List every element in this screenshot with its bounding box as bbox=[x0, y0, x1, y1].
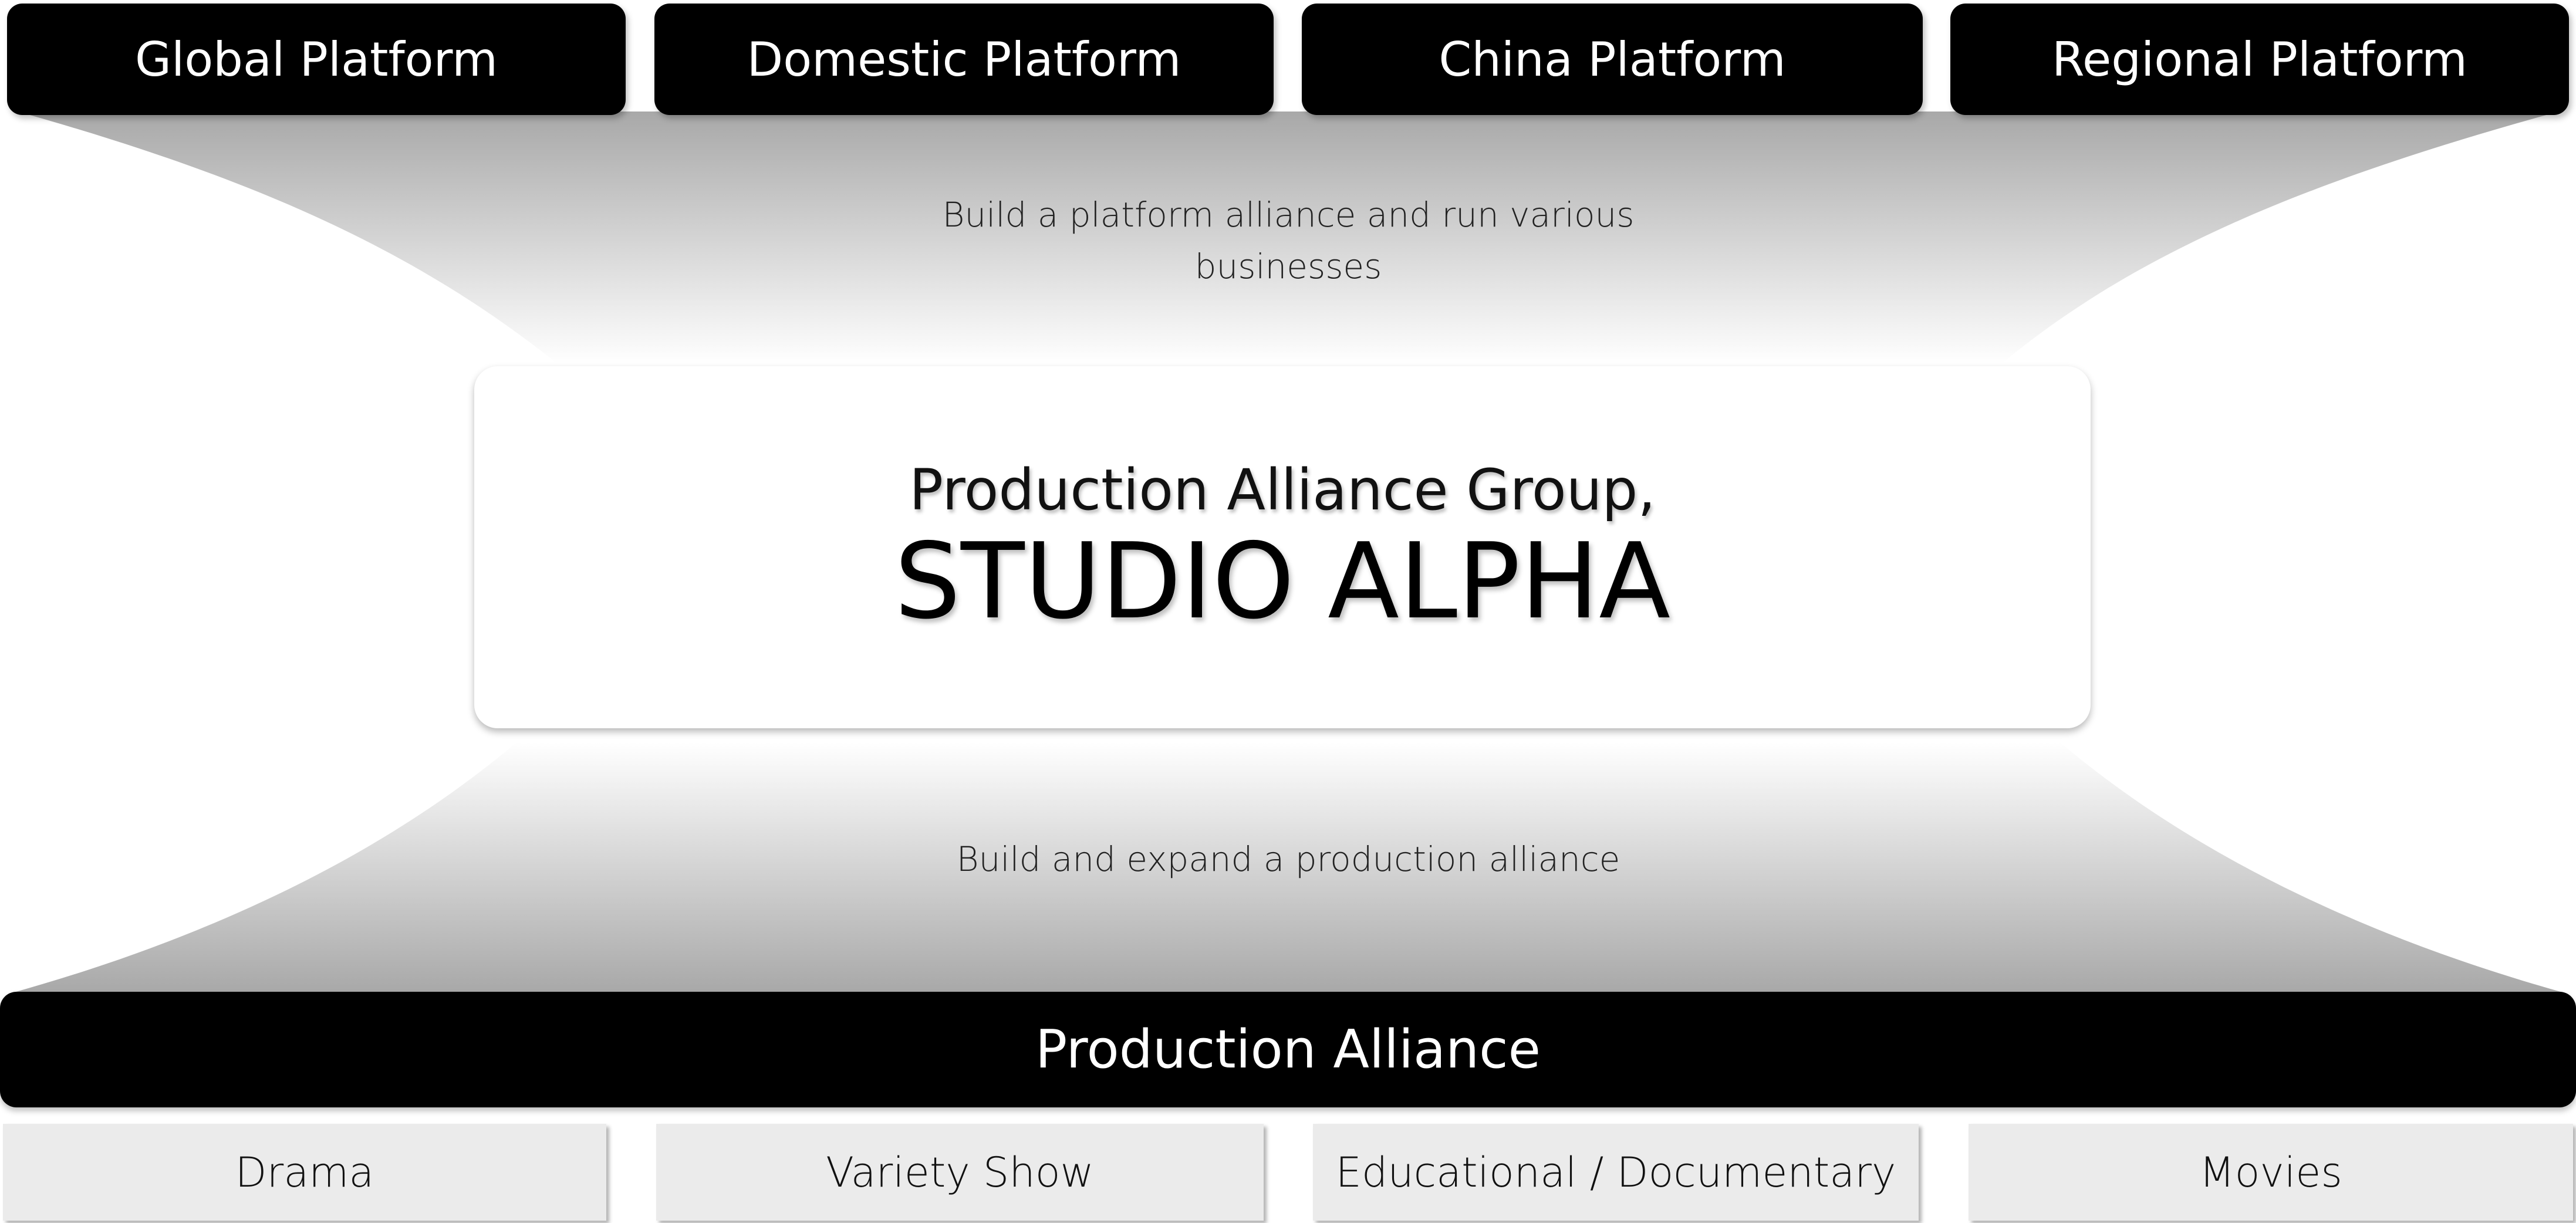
center-subtitle: Production Alliance Group, bbox=[909, 457, 1656, 523]
platform-regional: Regional Platform bbox=[1950, 4, 2569, 115]
top-caption-line2: businesses bbox=[1194, 246, 1382, 286]
center-title: STUDIO ALPHA bbox=[894, 520, 1671, 642]
top-caption-line1: Build a platform alliance and run variou… bbox=[942, 195, 1635, 235]
production-alliance-bar: Production Alliance bbox=[0, 992, 2576, 1107]
center-box: Production Alliance Group, STUDIO ALPHA bbox=[474, 366, 2091, 728]
category-movies: Movies bbox=[1969, 1124, 2573, 1221]
platform-china: China Platform bbox=[1302, 4, 1923, 115]
category-variety-show: Variety Show bbox=[656, 1124, 1264, 1221]
category-drama: Drama bbox=[3, 1124, 606, 1221]
category-educational-documentary: Educational / Documentary bbox=[1313, 1124, 1919, 1221]
top-caption: Build a platform alliance and run variou… bbox=[822, 189, 1755, 292]
platform-global: Global Platform bbox=[7, 4, 626, 115]
bottom-caption: Build and expand a production alliance bbox=[956, 839, 1620, 879]
platform-domestic: Domestic Platform bbox=[654, 4, 1274, 115]
